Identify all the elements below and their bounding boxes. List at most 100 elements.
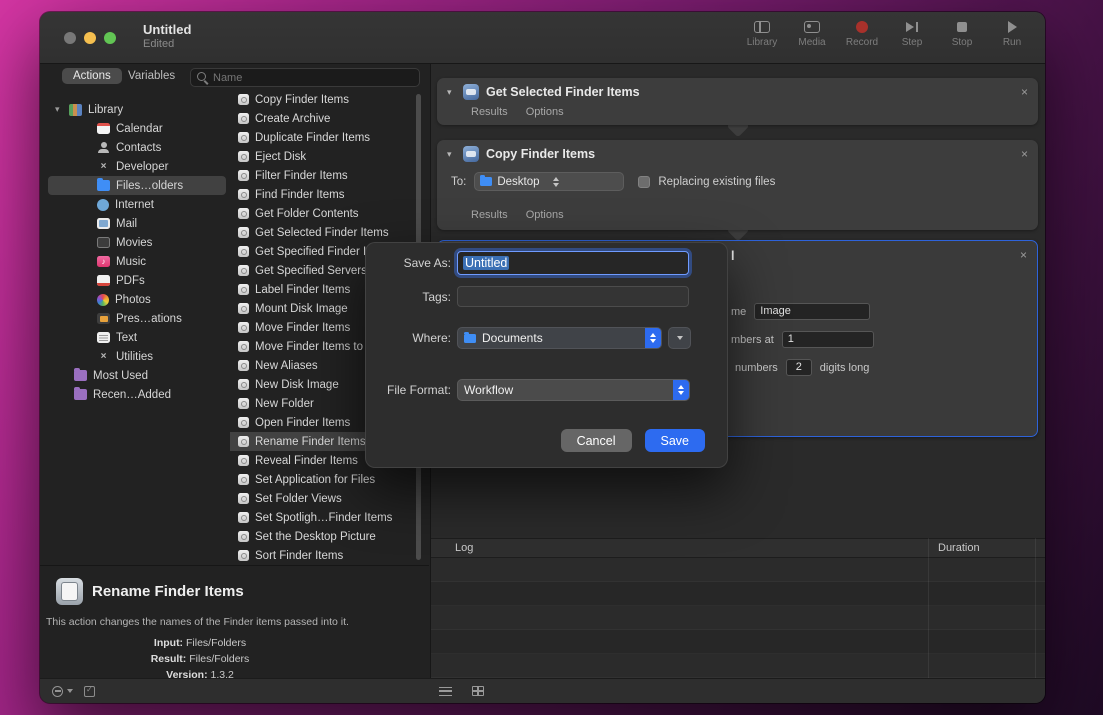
workflow-step-get-selected-finder-items[interactable]: ▾ Get Selected Finder Items × Results Op… [437,78,1038,125]
record-button[interactable]: Record [845,20,879,48]
action-list-item[interactable]: Sort Finder Items [230,546,422,565]
action-label: Reveal Finder Items [255,455,358,467]
sidebar-item-most-used[interactable]: Most Used [48,366,226,385]
replacing-existing-files-checkbox[interactable] [638,176,650,188]
library-button[interactable]: Library [745,20,779,48]
options-button[interactable]: Options [526,106,564,118]
action-gear-icon [238,493,249,504]
step-button[interactable]: Step [895,20,929,48]
action-list-item[interactable]: Duplicate Finder Items [230,128,422,147]
save-button[interactable]: Save [645,429,706,452]
results-button[interactable]: Results [471,106,508,118]
action-gear-icon [238,455,249,466]
log-list-view-icon[interactable] [439,687,452,696]
action-list-item[interactable]: Set Folder Views [230,489,422,508]
log-column-divider[interactable] [1035,538,1036,678]
stop-button[interactable]: Stop [945,20,979,48]
description-title: Rename Finder Items [92,583,244,600]
log-column-divider[interactable] [928,538,929,678]
sidebar-item-developer[interactable]: Developer [48,157,226,176]
sidebar-item-movies[interactable]: Movies [48,233,226,252]
tab-variables[interactable]: Variables [128,70,175,82]
search-input[interactable] [213,72,413,84]
smart-folder-icon [74,389,87,400]
action-gear-icon [238,284,249,295]
collapse-chevron-icon[interactable]: ▾ [447,149,456,160]
media-button[interactable]: Media [795,20,829,48]
sidebar-label: Internet [115,199,154,211]
action-list-item[interactable]: Set Application for Files [230,470,422,489]
sidebar-item-recently-added[interactable]: Recen…Added [48,385,226,404]
status-bar [40,678,1045,703]
start-number-field[interactable]: 1 [782,331,874,348]
action-list-item[interactable]: Set the Desktop Picture [230,527,422,546]
workflow-step-copy-finder-items[interactable]: ▾ Copy Finder Items × To: Desktop Replac… [437,140,1038,230]
remove-step-icon[interactable]: × [1021,148,1028,160]
disclosure-triangle-icon[interactable]: ▾ [55,104,63,115]
record-icon [856,21,868,33]
titlebar[interactable]: Untitled Edited Library Media Record [40,12,1045,64]
log-row [431,630,1045,654]
action-list-item[interactable]: Copy Finder Items [230,90,422,109]
folder-icon [97,180,110,191]
digits-field[interactable]: 2 [786,359,812,376]
action-gear-icon [238,94,249,105]
destination-popup[interactable]: Desktop [474,172,624,191]
sidebar-item-mail[interactable]: Mail [48,214,226,233]
action-list-item[interactable]: Eject Disk [230,147,422,166]
where-popup[interactable]: Documents [457,327,662,349]
sidebar-item-calendar[interactable]: Calendar [48,119,226,138]
collapse-chevron-icon[interactable]: ▾ [447,87,456,98]
library-label: Library [747,37,778,48]
sidebar-item-files-folders[interactable]: Files…olders [48,176,226,195]
action-list-item[interactable]: Create Archive [230,109,422,128]
contacts-icon [97,142,110,153]
tab-actions[interactable]: Actions [62,68,122,84]
results-button[interactable]: Results [471,209,508,221]
file-format-popup[interactable]: Workflow [457,379,690,401]
expand-sheet-button[interactable] [668,327,691,349]
folder-icon [464,334,476,343]
new-name-field[interactable]: Image [754,303,870,320]
chevron-down-icon [677,336,683,340]
minimize-window-button[interactable] [84,32,96,44]
action-list-item[interactable]: Get Folder Contents [230,204,422,223]
action-gear-icon [238,246,249,257]
options-button[interactable]: Options [526,209,564,221]
action-list-item[interactable]: Find Finder Items [230,185,422,204]
sidebar-label: Movies [116,237,152,249]
action-gear-icon [238,417,249,428]
action-list-item[interactable]: Set Spotligh…Finder Items [230,508,422,527]
remove-step-icon[interactable]: × [1020,248,1027,262]
action-list-item[interactable]: Filter Finder Items [230,166,422,185]
action-list-item[interactable]: Get Selected Finder Items [230,223,422,242]
run-status-menu[interactable] [52,686,73,697]
run-button[interactable]: Run [995,20,1029,48]
photos-icon [97,294,109,306]
sidebar-item-text[interactable]: Text [48,328,226,347]
sidebar-item-photos[interactable]: Photos [48,290,226,309]
action-label: Get Specified Servers [255,265,367,277]
step-title: Get Selected Finder Items [486,85,640,99]
sidebar-item-music[interactable]: Music [48,252,226,271]
search-field[interactable] [190,68,420,87]
close-window-button[interactable] [64,32,76,44]
action-label: Get Specified Finder I [255,246,366,258]
zoom-window-button[interactable] [104,32,116,44]
remove-step-icon[interactable]: × [1021,86,1028,98]
cancel-button[interactable]: Cancel [561,429,632,452]
sidebar-item-internet[interactable]: Internet [48,195,226,214]
description-meta: Input: Files/Folders Result: Files/Folde… [60,635,340,683]
action-label: New Aliases [255,360,318,372]
log-grid-view-icon[interactable] [472,686,484,696]
sidebar-item-library[interactable]: ▾ Library [48,100,226,119]
tags-field[interactable] [457,286,689,307]
sidebar-item-presentations[interactable]: Pres…ations [48,309,226,328]
presentation-icon [97,313,110,324]
save-as-field[interactable]: Untitled [457,251,689,275]
sidebar-item-pdfs[interactable]: PDFs [48,271,226,290]
show-when-run-checkbox[interactable] [84,686,95,697]
action-label: Duplicate Finder Items [255,132,370,144]
sidebar-item-utilities[interactable]: Utilities [48,347,226,366]
sidebar-item-contacts[interactable]: Contacts [48,138,226,157]
